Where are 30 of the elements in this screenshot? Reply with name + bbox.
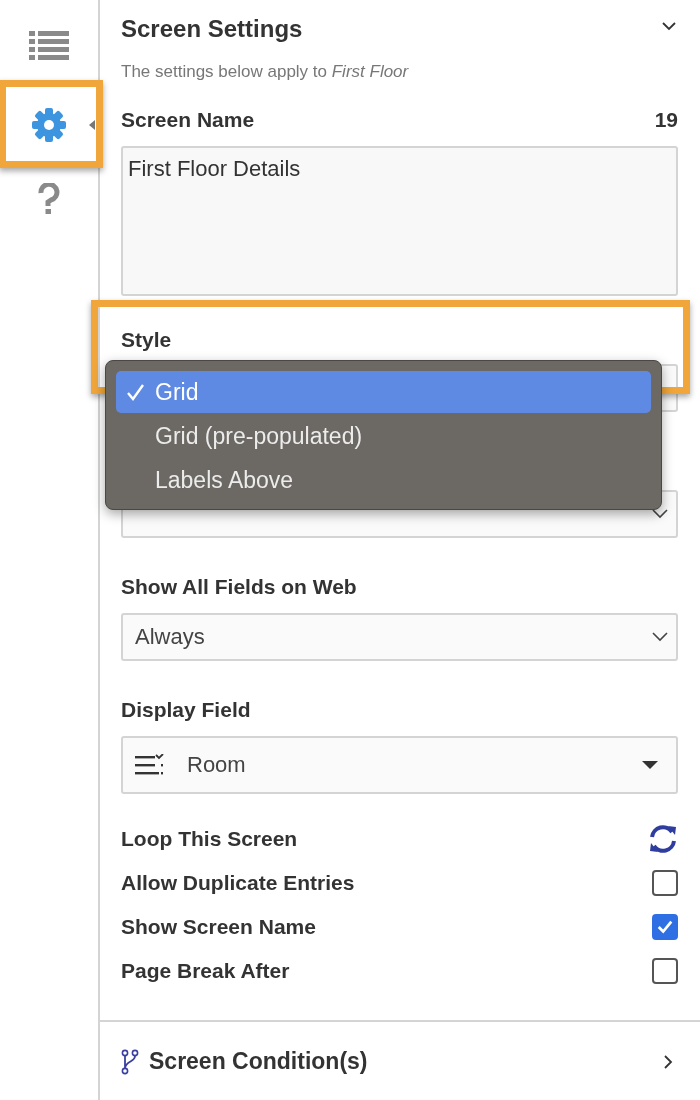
list-icon xyxy=(29,30,69,60)
dropdown-option[interactable]: Grid (pre-populated) xyxy=(116,415,651,457)
option-label: Allow Duplicate Entries xyxy=(121,871,355,895)
refresh-icon[interactable] xyxy=(648,824,678,854)
branch-icon xyxy=(121,1048,139,1075)
chevron-icon xyxy=(652,632,668,642)
option-label: Page Break After xyxy=(121,959,290,983)
option-label: Loop This Screen xyxy=(121,827,298,851)
check-icon xyxy=(126,383,145,401)
pointer-icon xyxy=(89,120,95,130)
dropdown-option[interactable]: Labels Above xyxy=(116,459,651,501)
checkbox[interactable] xyxy=(652,914,678,940)
field-label: Show All Fields on Web xyxy=(121,575,358,599)
select-field[interactable]: Room xyxy=(121,736,678,794)
settings-note: The settings below apply to First Floor xyxy=(121,62,410,82)
checkbox[interactable] xyxy=(652,958,678,984)
option-label: Show Screen Name xyxy=(121,915,316,939)
checkbox[interactable] xyxy=(652,870,678,896)
field-label: Display Field xyxy=(121,698,252,722)
select-field[interactable]: Always xyxy=(121,613,678,661)
screen-name-field[interactable]: First Floor Details xyxy=(121,146,678,296)
caret-icon xyxy=(642,761,658,769)
check-icon xyxy=(656,918,674,936)
section-title: Screen Condition(s) xyxy=(149,1048,369,1075)
field-list-icon xyxy=(135,754,165,776)
character-count: 19 xyxy=(654,108,678,132)
field-label: Screen Name xyxy=(121,108,255,132)
panel-title: Screen Settings xyxy=(121,15,303,43)
help-icon xyxy=(37,183,61,215)
field-label: Style xyxy=(121,328,173,352)
